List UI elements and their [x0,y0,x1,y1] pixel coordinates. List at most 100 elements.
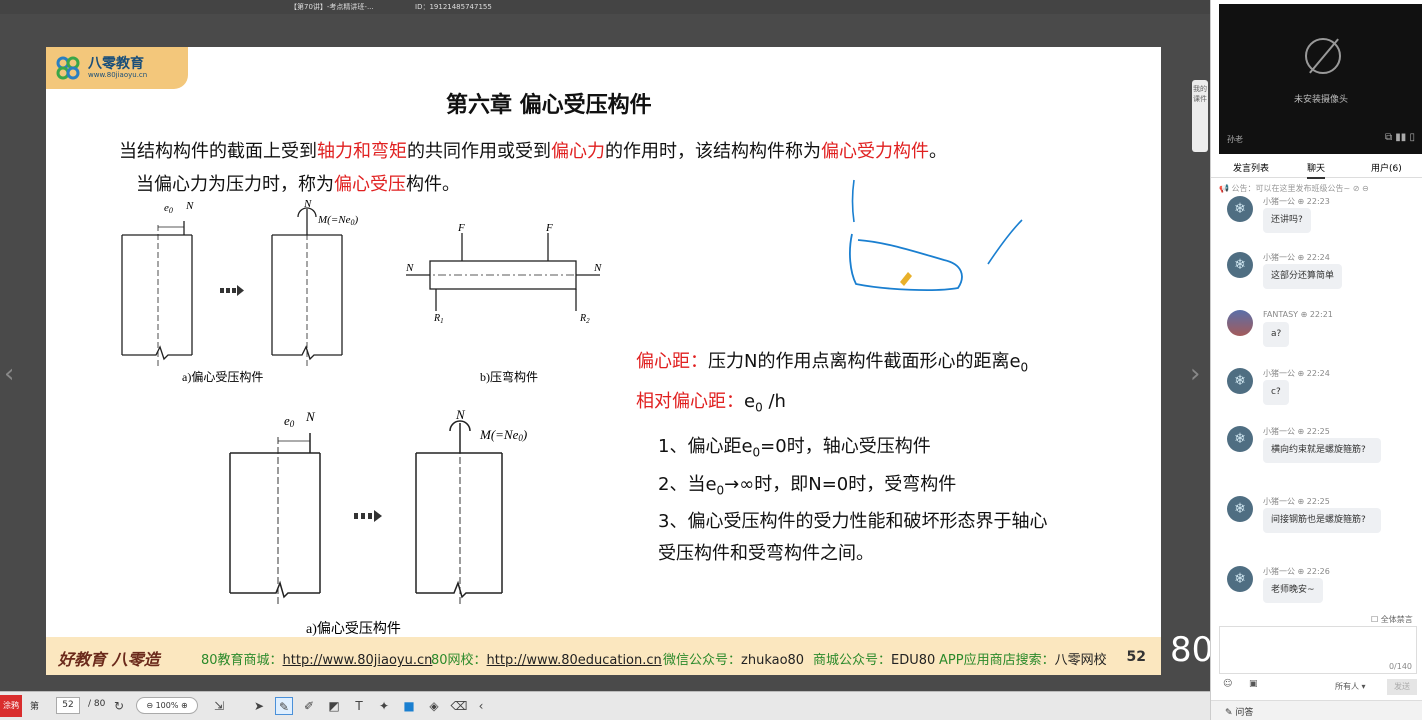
caption-b: b)压弯构件 [480,369,538,384]
label-N: N [303,198,312,210]
logo-name: 八零教育 [88,56,144,72]
input-toolbar: ☺ ▣ 所有人 ▾ 发送 [1211,676,1422,698]
def-relative-eccentricity: 相对偏心距：e0 /h [636,390,786,415]
refresh-icon[interactable]: ↻ [110,697,128,715]
zoom-control[interactable]: ⊖ 100% ⊕ [136,697,198,714]
no-camera-icon [1305,38,1341,74]
page-input[interactable]: 52 [56,697,80,714]
fit-screen-icon[interactable]: ⇲ [210,697,228,715]
label-N: N [593,262,602,274]
avatar [1227,310,1253,336]
figure-eccentric-2 [229,420,503,607]
emoji-icon[interactable]: ☺ [1223,679,1232,689]
label-R1: R1 [433,313,444,325]
intro-paragraph-2: 当偏心力为压力时，称为偏心受压构件。 [136,174,460,195]
figure-eccentric-1 [121,207,343,367]
announcement: 📢 公告：可以在这里发布班级公告~ ⊘ ⊖ [1219,184,1369,193]
pen-tool-icon[interactable]: ✎ [275,697,293,715]
label-R2: R2 [579,313,590,325]
message-bubble: 横向约束就是螺旋箍筋? [1263,438,1381,463]
slide-footer: 好教育 八零造 80教育商城：http://www.80jiaoyu.cn 80… [46,637,1161,675]
edit-icon[interactable]: ⊘ ⊖ [1353,184,1369,193]
label-e0: e0 [164,202,173,215]
camera-status-icons[interactable]: ⧉ ▮▮ ▯ [1385,132,1415,143]
list-item: 受压构件和受弯构件之间。 [658,543,874,565]
next-slide-arrow-icon[interactable]: › [1190,359,1200,389]
list-item: 2、当e0→∞时，即N=0时，受弯构件 [658,473,957,498]
courseware-tab[interactable]: 我的课件 [1192,80,1208,152]
window-title: 【第70讲】-考点精讲班-... [290,3,374,11]
message-bubble: c? [1263,380,1289,405]
color-picker-icon[interactable]: ■ [400,697,418,715]
image-icon[interactable]: ▣ [1249,679,1258,689]
avatar: ❄ [1227,252,1253,278]
eraser-tool-icon[interactable]: ◈ [425,697,443,715]
logo-url: www.80jiaoyu.cn [88,71,148,79]
message-meta: 小猪一公 ⊕ 22:25 [1263,497,1330,506]
label-N: N [185,200,194,212]
slide: 八零教育 www.80jiaoyu.cn 第六章 偏心受压构件 当结构构件的截面… [46,47,1161,675]
collapse-toolbar-icon[interactable]: ‹ [472,697,490,715]
camera-panel: 未安装摄像头 孙老 ⧉ ▮▮ ▯ [1219,4,1422,154]
prev-slide-arrow-icon[interactable]: ‹ [4,359,14,389]
wechat-account: 微信公众号：zhukao80 [663,653,805,668]
send-button[interactable]: 发送 [1387,679,1417,695]
mall-account: 商城公众号：EDU80 [813,653,936,668]
clear-tool-icon[interactable]: ⌫ [450,697,468,715]
slogan: 好教育 八零造 [58,650,160,669]
chat-input[interactable]: 0/140 [1219,626,1417,674]
slide-title: 第六章 偏心受压构件 [446,93,652,118]
label-F: F [545,222,553,234]
message-meta: FANTASY ⊕ 22:21 [1263,310,1333,319]
all-mute-checkbox[interactable]: ☐ 全体禁言 [1371,614,1413,625]
qa-tab[interactable]: ✎ 问答 [1211,700,1422,720]
label-N: N [405,262,414,274]
intro-paragraph: 当结构构件的截面上受到轴力和弯矩的共同作用或受到偏心力的作用时，该结构构件称为偏… [119,141,947,162]
message-meta: 小猪一公 ⊕ 22:26 [1263,567,1330,576]
logo: 八零教育 www.80jiaoyu.cn [46,47,188,89]
message-meta: 小猪一公 ⊕ 22:24 [1263,369,1330,378]
message-meta: 小猪一公 ⊕ 22:23 [1263,197,1330,206]
camera-message: 未安装摄像头 [1293,95,1348,105]
avatar: ❄ [1227,196,1253,222]
chat-tabs: 发言列表 聊天 用户(6) [1211,156,1422,179]
page-total: / 80 [88,699,106,709]
message-bubble: 还讲吗? [1263,208,1311,233]
whiteboard-toolbar: 涂鸦 第 52 / 80 ↻ ⊖ 100% ⊕ ⇲ ➤ ✎ ✐ ◩ T ✦ ■ … [0,691,1210,720]
list-item: 3、偏心受压构件的受力性能和破坏形态界于轴心 [658,511,1048,533]
member-diagrams: e0 N N M(=Ne0) a)偏心受压构件 F F N N R1 R2 b)… [121,198,602,637]
recipient-select[interactable]: 所有人 ▾ [1335,681,1366,692]
definitions: 偏心距：压力N的作用点离构件截面形心的距离e0 相对偏心距：e0 /h [636,347,1028,426]
doodle-tag[interactable]: 涂鸦 [0,695,22,717]
label-M: M(=Ne0) [479,427,527,443]
label-M: M(=Ne0) [317,214,358,227]
message-meta: 小猪一公 ⊕ 22:24 [1263,253,1330,262]
key-points-list: 1、偏心距e0=0时，轴心受压构件 2、当e0→∞时，即N=0时，受弯构件 3、… [658,431,1047,570]
arrow-icon [220,285,244,296]
avatar: ❄ [1227,426,1253,452]
label-N: N [455,407,466,422]
avatar: ❄ [1227,566,1253,592]
sync-label: 第 [30,702,40,712]
label-N: N [305,409,316,424]
pen-cursor-icon [900,272,912,286]
title-bar: 【第70讲】-考点精讲班-... ID：19121485747155 [0,0,1210,14]
label-e0: e0 [284,413,295,429]
char-counter: 0/140 [1388,662,1412,671]
camera-teacher-name: 孙老 [1227,135,1243,144]
highlighter-tool-icon[interactable]: ✐ [300,697,318,715]
shape-tool-icon[interactable]: ◩ [325,697,343,715]
avatar: ❄ [1227,368,1253,394]
slide-page-number: 52 [1126,649,1146,665]
message-list[interactable]: ❄ 小猪一公 ⊕ 22:23 还讲吗? ❄ 小猪一公 ⊕ 22:24 这部分还算简单 FAN… [1211,196,1422,614]
tab-users[interactable]: 用户(6) [1371,161,1402,174]
tab-chat[interactable]: 聊天 [1307,161,1326,179]
def-eccentricity: 偏心距：压力N的作用点离构件截面形心的距离e0 [636,351,1029,375]
laser-tool-icon[interactable]: ✦ [375,697,393,715]
message-bubble: 间接钢筋也是螺旋箍筋? [1263,508,1381,533]
tab-speakers[interactable]: 发言列表 [1233,161,1269,174]
pointer-tool-icon[interactable]: ➤ [250,697,268,715]
avatar: ❄ [1227,496,1253,522]
text-tool-icon[interactable]: T [350,697,368,715]
school-link: 80网校：http://www.80education.cn [431,653,662,668]
